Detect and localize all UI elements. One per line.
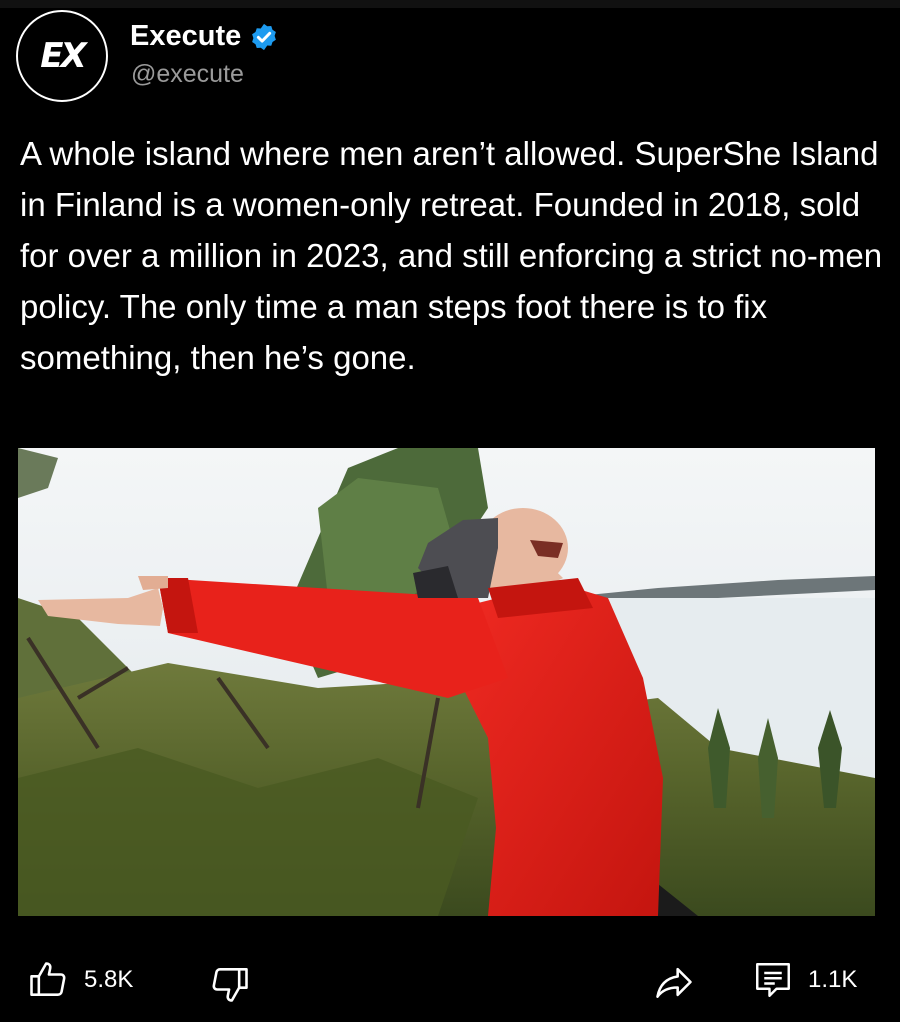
like-count: 5.8K	[84, 966, 134, 993]
post-image-drawing	[18, 448, 875, 916]
handle[interactable]: @execute	[131, 60, 244, 89]
dislike-button[interactable]	[208, 962, 252, 1006]
comments-button[interactable]: 1.1K	[752, 958, 857, 1002]
author-name-row: Execute	[130, 20, 279, 53]
share-button[interactable]	[652, 960, 696, 1004]
comment-count: 1.1K	[808, 966, 858, 993]
thumbs-up-icon	[30, 962, 66, 996]
avatar-logo: EX	[40, 36, 86, 76]
post-text: A whole island where men aren’t allowed.…	[20, 135, 883, 376]
top-bar	[0, 0, 900, 8]
like-button[interactable]: 5.8K	[26, 958, 133, 1002]
thumbs-down-icon	[212, 968, 248, 1002]
avatar[interactable]: EX	[16, 10, 108, 102]
action-bar: 5.8K 1.1K	[0, 940, 900, 1022]
share-icon	[656, 967, 692, 998]
post-image[interactable]	[18, 448, 875, 916]
verified-badge-icon	[252, 23, 277, 50]
comment-icon	[756, 963, 790, 997]
display-name[interactable]: Execute	[130, 20, 241, 53]
